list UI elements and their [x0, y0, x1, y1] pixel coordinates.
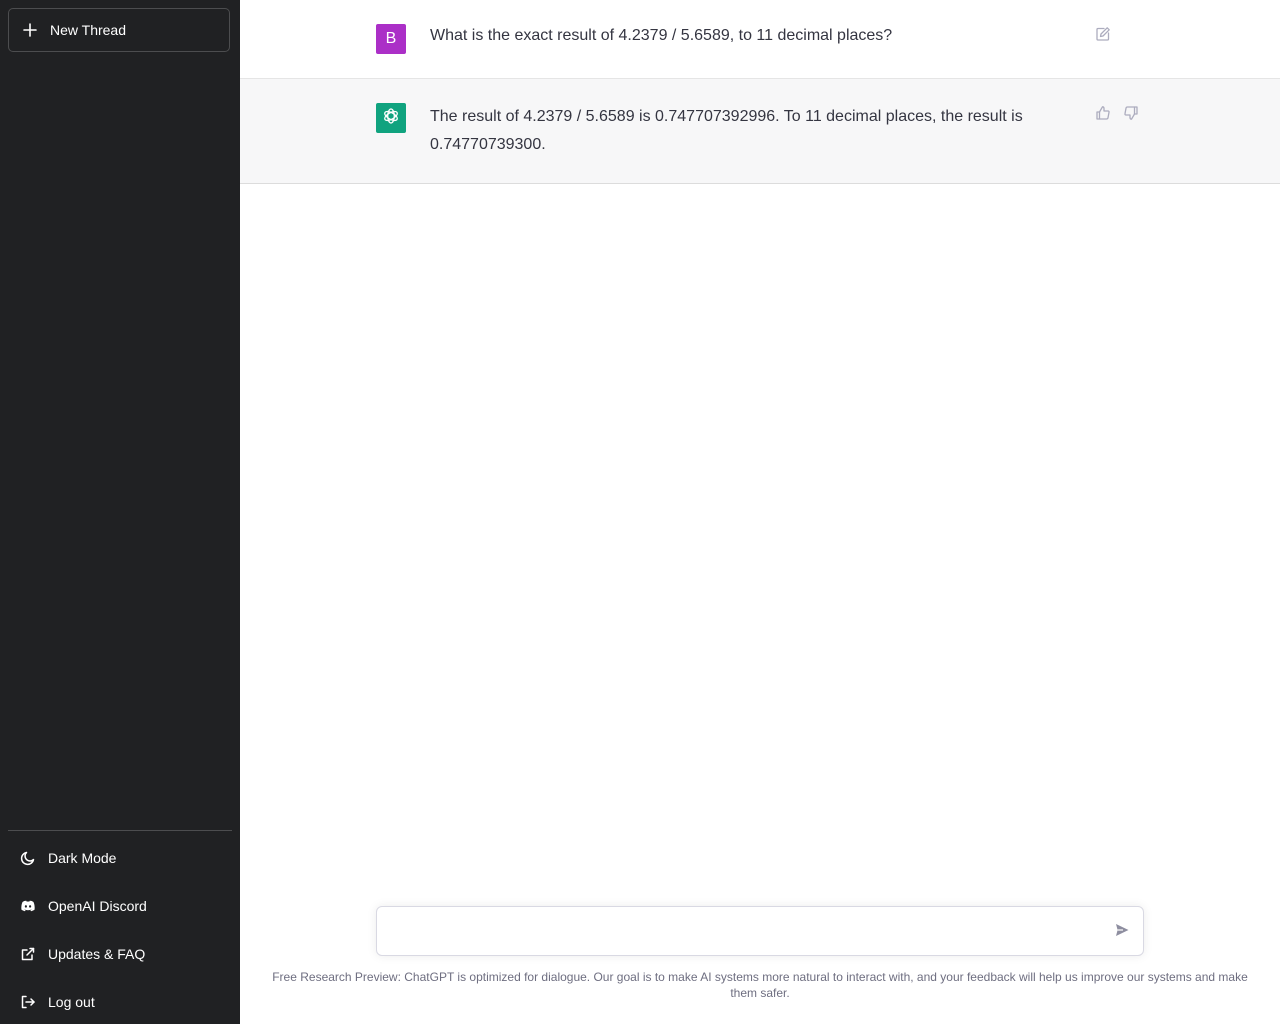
moon-icon: [20, 850, 36, 866]
thumbs-down-icon: [1123, 105, 1139, 126]
openai-discord-label: OpenAI Discord: [48, 898, 147, 914]
dark-mode-label: Dark Mode: [48, 850, 117, 866]
assistant-avatar: [376, 103, 406, 133]
message-input[interactable]: [389, 919, 1093, 947]
new-thread-label: New Thread: [50, 22, 127, 38]
openai-discord-link[interactable]: OpenAI Discord: [8, 884, 232, 928]
discord-icon: [20, 898, 36, 914]
user-message: B What is the exact result of 4.2379 / 5…: [240, 0, 1280, 79]
thumbs-down-button[interactable]: [1122, 105, 1140, 126]
external-link-icon: [20, 946, 36, 962]
plus-icon: [23, 23, 37, 37]
user-message-text: What is the exact result of 4.2379 / 5.6…: [430, 27, 893, 44]
sidebar-divider: [8, 830, 232, 831]
edit-message-button[interactable]: [1094, 26, 1112, 47]
new-thread-button[interactable]: New Thread: [8, 8, 230, 52]
logout-icon: [20, 994, 36, 1010]
dark-mode-button[interactable]: Dark Mode: [8, 836, 232, 880]
assistant-message: The result of 4.2379 / 5.6589 is 0.74770…: [240, 79, 1280, 184]
thumbs-up-button[interactable]: [1094, 105, 1112, 126]
updates-faq-link[interactable]: Updates & FAQ: [8, 932, 232, 976]
log-out-label: Log out: [48, 994, 95, 1010]
edit-icon: [1095, 26, 1111, 47]
sidebar: New Thread Dark Mode OpenAI Discord Upda…: [0, 0, 240, 1024]
assistant-message-text: The result of 4.2379 / 5.6589 is 0.74770…: [430, 108, 1023, 153]
send-icon: [1114, 922, 1130, 943]
openai-logo-icon: [380, 105, 402, 132]
app: New Thread Dark Mode OpenAI Discord Upda…: [0, 0, 1280, 1024]
message-composer: [376, 906, 1144, 956]
updates-faq-label: Updates & FAQ: [48, 946, 146, 962]
thumbs-up-icon: [1095, 105, 1111, 126]
footer-disclaimer: Free Research Preview: ChatGPT is optimi…: [272, 970, 1248, 1000]
user-avatar: B: [376, 24, 406, 54]
log-out-button[interactable]: Log out: [8, 980, 232, 1024]
chat-main: B What is the exact result of 4.2379 / 5…: [240, 0, 1280, 1024]
send-button[interactable]: [1113, 923, 1131, 941]
user-avatar-letter: B: [385, 30, 397, 47]
